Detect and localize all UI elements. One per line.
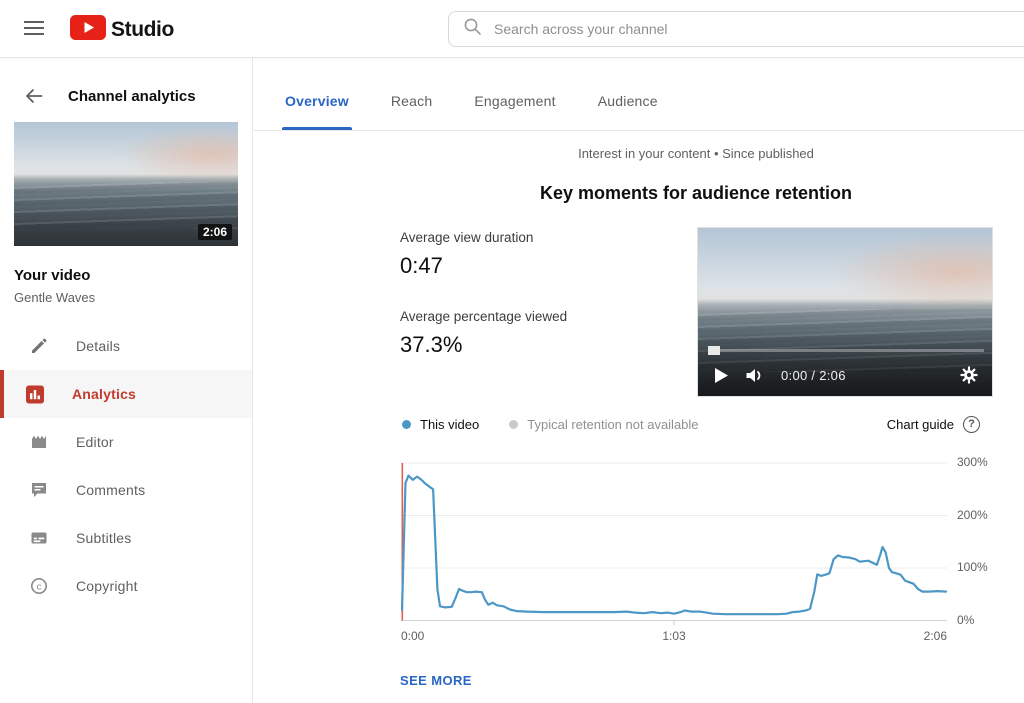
film-icon [30, 433, 48, 451]
tab-engagement[interactable]: Engagement [474, 58, 555, 130]
play-icon[interactable] [714, 367, 729, 384]
subtitles-icon [30, 529, 48, 547]
y-tick-label: 200% [957, 508, 988, 522]
sidebar-title: Channel analytics [68, 88, 196, 105]
bar-chart-icon [26, 385, 44, 403]
tab-audience[interactable]: Audience [598, 58, 658, 130]
retention-chart-plot[interactable] [401, 455, 947, 627]
chart-guide-link[interactable]: Chart guide ? [887, 416, 980, 433]
logo-text: Studio [111, 18, 174, 42]
sidebar-item-label: Comments [76, 482, 145, 498]
thumbnail-waves [14, 182, 238, 229]
metric-label-avg-view-duration: Average view duration [400, 230, 533, 245]
player-scrubber[interactable] [708, 349, 984, 352]
legend-dot-this-video [402, 420, 411, 429]
settings-gear-icon[interactable] [960, 366, 978, 384]
see-more-link[interactable]: SEE MORE [400, 673, 472, 688]
sidebar: Channel analytics 2:06 Your video Gentle… [0, 58, 253, 703]
page-title: Key moments for audience retention [400, 183, 992, 204]
sidebar-item-copyright[interactable]: c Copyright [0, 562, 252, 610]
chart-legend: This video Typical retention not availab… [402, 415, 980, 433]
sidebar-item-comments[interactable]: Comments [0, 466, 252, 514]
sidebar-item-details[interactable]: Details [0, 322, 252, 370]
video-player[interactable]: 0:00 / 2:06 [697, 227, 993, 397]
youtube-play-icon [70, 15, 106, 45]
y-tick-label: 300% [957, 455, 988, 469]
pencil-icon [30, 337, 48, 355]
retention-chart: 0% 100% 200% 300% 0:00 1:03 2:06 [401, 455, 1011, 655]
context-line: Interest in your content • Since publish… [400, 146, 992, 161]
tab-overview[interactable]: Overview [285, 58, 349, 130]
back-arrow-icon[interactable] [24, 86, 44, 109]
main-content: Overview Reach Engagement Audience Inter… [254, 58, 1024, 703]
sidebar-item-label: Subtitles [76, 530, 132, 546]
video-thumbnail[interactable]: 2:06 [14, 122, 238, 246]
chart-guide-label: Chart guide [887, 417, 954, 432]
sidebar-item-label: Details [76, 338, 120, 354]
y-tick-label: 0% [957, 613, 974, 627]
scrubber-handle[interactable] [708, 346, 720, 355]
metric-label-avg-percentage-viewed: Average percentage viewed [400, 309, 567, 324]
legend-label-typical-retention: Typical retention not available [527, 417, 698, 432]
tab-reach[interactable]: Reach [391, 58, 432, 130]
help-question-icon[interactable]: ? [963, 416, 980, 433]
volume-icon[interactable] [745, 367, 765, 384]
legend-dot-typical-retention [509, 420, 518, 429]
sidebar-item-label: Editor [76, 434, 114, 450]
youtube-studio-logo[interactable]: Studio [70, 15, 174, 45]
sidebar-item-label: Copyright [76, 578, 138, 594]
player-time-display: 0:00 / 2:06 [781, 368, 846, 383]
retention-line [402, 476, 946, 615]
hamburger-menu-icon[interactable] [24, 21, 46, 37]
metric-value-avg-percentage-viewed: 37.3% [400, 332, 462, 358]
x-tick-label: 1:03 [662, 629, 685, 643]
comment-icon [30, 481, 48, 499]
sidebar-item-editor[interactable]: Editor [0, 418, 252, 466]
legend-label-this-video: This video [420, 417, 479, 432]
y-axis-labels: 0% 100% 200% 300% [957, 455, 1007, 627]
search-box[interactable] [448, 11, 1024, 47]
search-input[interactable] [494, 21, 1024, 37]
x-axis-labels: 0:00 1:03 2:06 [401, 629, 947, 645]
x-tick-label: 0:00 [401, 629, 424, 643]
y-tick-label: 100% [957, 560, 988, 574]
your-video-label: Your video [14, 267, 90, 284]
analytics-tabs: Overview Reach Engagement Audience [254, 58, 1024, 131]
copyright-icon: c [30, 577, 48, 595]
player-controls: 0:00 / 2:06 [714, 364, 978, 386]
video-title: Gentle Waves [14, 290, 95, 305]
search-icon [463, 17, 482, 41]
sidebar-item-label: Analytics [72, 386, 136, 402]
metric-value-avg-view-duration: 0:47 [400, 253, 443, 279]
sidebar-item-analytics[interactable]: Analytics [0, 370, 252, 418]
sidebar-item-subtitles[interactable]: Subtitles [0, 514, 252, 562]
sidebar-nav: Details Analytics Editor Comments Subtit… [0, 322, 252, 610]
x-tick-label: 2:06 [924, 629, 947, 643]
duration-badge: 2:06 [198, 224, 232, 240]
svg-text:c: c [37, 581, 42, 592]
topbar: Studio [0, 0, 1024, 58]
